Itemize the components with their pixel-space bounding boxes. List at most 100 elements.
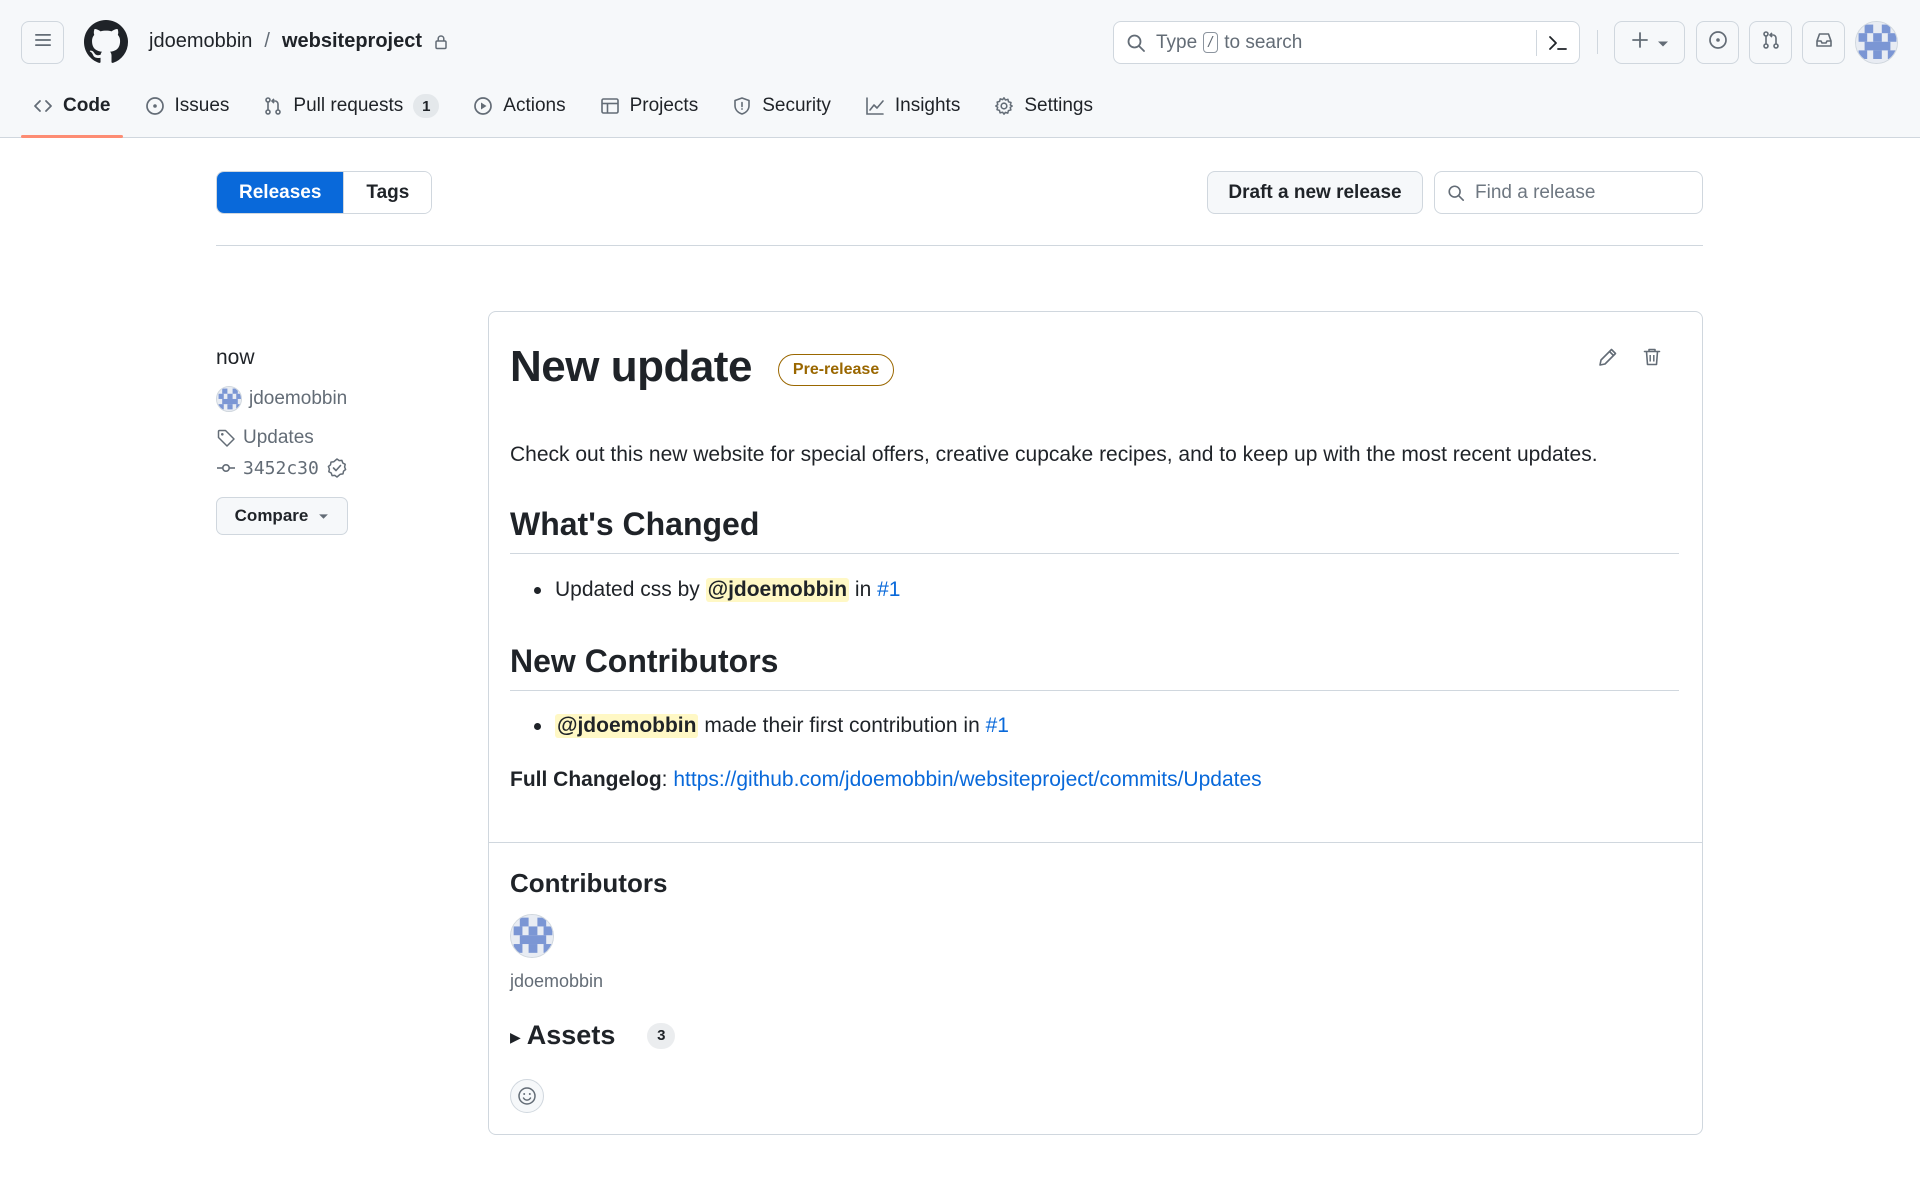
tab-code-label: Code: [63, 95, 111, 116]
full-changelog: Full Changelog: https://github.com/jdoem…: [510, 768, 1262, 792]
search-icon: [1447, 184, 1465, 202]
global-search-input[interactable]: Type / to search: [1113, 21, 1580, 64]
user-avatar[interactable]: [1855, 21, 1898, 64]
inbox-icon: [1814, 30, 1834, 56]
tab-actions[interactable]: Actions: [461, 86, 577, 126]
search-placeholder-prefix: Type: [1156, 31, 1198, 53]
commit-icon: [216, 458, 236, 478]
notifications-button[interactable]: [1802, 21, 1845, 64]
triangle-right-icon: ▶: [510, 1028, 521, 1045]
assets-toggle[interactable]: ▶ Assets 3: [510, 1020, 676, 1051]
compare-label: Compare: [234, 506, 309, 525]
pull-request-icon: [1761, 30, 1781, 56]
release-header: New update Pre-release: [510, 342, 895, 392]
smiley-icon: [517, 1086, 537, 1106]
repo-nav: Code Issues Pull requests 1 Actions Proj…: [21, 86, 1115, 138]
lock-icon: [434, 34, 448, 50]
search-placeholder: Type / to search: [1156, 32, 1302, 54]
repo-owner-link[interactable]: jdoemobbin: [149, 30, 252, 53]
compare-button[interactable]: Compare: [216, 497, 348, 535]
user-mention-link[interactable]: @jdoemobbin: [705, 578, 850, 602]
caret-down-icon: [318, 513, 329, 520]
tab-insights-label: Insights: [894, 95, 961, 116]
release-time[interactable]: now: [216, 346, 466, 370]
tab-settings-label: Settings: [1024, 95, 1093, 116]
new-contributors-heading: New Contributors: [510, 643, 1679, 691]
contributor-avatar[interactable]: [510, 914, 554, 958]
release-author-row: jdoemobbin: [216, 384, 466, 414]
trash-icon[interactable]: [1641, 346, 1663, 368]
release-commit-row: 3452c30: [216, 453, 466, 483]
avatar[interactable]: [216, 386, 242, 412]
code-icon: [34, 100, 52, 112]
your-pull-requests-button[interactable]: [1749, 21, 1792, 64]
pull-request-link[interactable]: #1: [877, 578, 900, 602]
tab-pull-requests[interactable]: Pull requests 1: [251, 86, 451, 126]
pull-request-icon: [265, 97, 282, 115]
gear-icon: [995, 97, 1014, 115]
bullet-dot: [534, 586, 541, 594]
changelog-label: Full Changelog: [510, 768, 662, 791]
changelog-link[interactable]: https://github.com/jdoemobbin/websitepro…: [673, 768, 1261, 791]
github-logo-icon[interactable]: [84, 20, 128, 64]
tab-security[interactable]: Security: [720, 86, 843, 126]
assets-label: Assets: [526, 1020, 616, 1050]
releases-tab[interactable]: Releases: [217, 172, 344, 213]
plus-icon: [1631, 31, 1649, 55]
edit-pencil-icon[interactable]: [1597, 346, 1619, 368]
change-in-text: in: [854, 578, 872, 601]
search-shortcut-key: /: [1203, 32, 1219, 53]
user-mention-link[interactable]: @jdoemobbin: [555, 714, 699, 738]
command-palette-icon[interactable]: [1547, 32, 1569, 54]
contribution-text: made their first contribution in: [704, 714, 980, 737]
list-item: @jdoemobbin made their first contributio…: [534, 714, 1009, 738]
contributor-name[interactable]: jdoemobbin: [510, 971, 603, 992]
issue-icon: [145, 97, 164, 115]
find-release-field: [1434, 171, 1703, 214]
draft-new-release-button[interactable]: Draft a new release: [1207, 171, 1423, 214]
tab-code[interactable]: Code: [21, 86, 123, 138]
whats-changed-heading: What's Changed: [510, 506, 1679, 554]
commit-sha-link[interactable]: 3452c30: [243, 458, 319, 479]
tab-projects-label: Projects: [629, 95, 699, 116]
search-icon: [1126, 33, 1146, 53]
create-new-button[interactable]: [1614, 21, 1685, 64]
pull-requests-counter: 1: [413, 94, 440, 118]
release-author-link[interactable]: jdoemobbin: [249, 388, 347, 410]
repo-name-link[interactable]: websiteproject: [282, 30, 422, 53]
menu-button[interactable]: [21, 21, 64, 64]
changelog-colon: :: [661, 768, 668, 791]
play-icon: [474, 97, 493, 115]
breadcrumb: jdoemobbin / websiteproject: [149, 30, 448, 53]
pull-request-link[interactable]: #1: [986, 714, 1009, 738]
list-item: Updated css by @jdoemobbin in #1: [534, 578, 900, 602]
your-issues-button[interactable]: [1696, 21, 1739, 64]
search-placeholder-suffix: to search: [1224, 31, 1303, 53]
repo-header: jdoemobbin / websiteproject Type / to se…: [0, 0, 1920, 138]
verified-icon[interactable]: [326, 457, 348, 479]
issue-opened-icon: [1708, 30, 1728, 56]
add-reaction-button[interactable]: [510, 1079, 544, 1113]
assets-counter: 3: [647, 1022, 676, 1049]
change-text: Updated css by: [555, 578, 700, 601]
find-release-input[interactable]: [1475, 181, 1685, 204]
hamburger-icon: [34, 32, 52, 54]
tab-settings[interactable]: Settings: [982, 86, 1105, 126]
release-actions: [1597, 346, 1663, 368]
tags-tab[interactable]: Tags: [343, 172, 432, 213]
contributors-heading: Contributors: [510, 868, 668, 898]
release-tag-link[interactable]: Updates: [243, 427, 314, 449]
tab-issues[interactable]: Issues: [133, 86, 242, 126]
tag-icon: [216, 428, 236, 448]
release-meta: now jdoemobbin Updates 3452c30 Compare: [216, 346, 466, 535]
graph-icon: [866, 97, 884, 115]
tab-insights[interactable]: Insights: [853, 86, 972, 126]
release-title[interactable]: New update: [510, 342, 752, 392]
section-divider: [216, 245, 1703, 246]
tab-security-label: Security: [762, 95, 831, 116]
tab-pull-requests-label: Pull requests: [293, 95, 404, 116]
releases-tags-switch: Releases Tags: [216, 171, 433, 214]
release-card: New update Pre-release Check out this ne…: [488, 311, 1703, 1135]
tab-actions-label: Actions: [503, 95, 566, 116]
tab-projects[interactable]: Projects: [588, 86, 711, 126]
